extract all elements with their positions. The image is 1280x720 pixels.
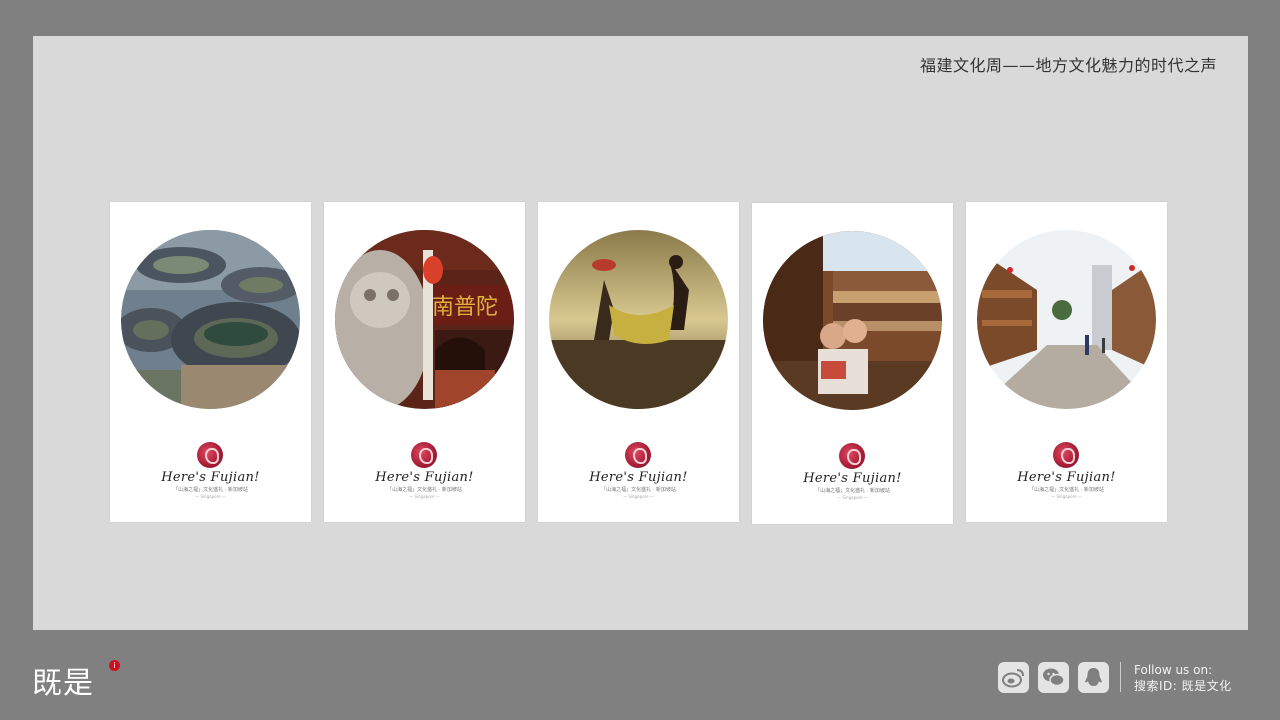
- poster-card: Here's Fujian! 「山海之福」文化盛礼 · 新加坡站 — Singa…: [752, 203, 953, 524]
- card-footer: — Singapore —: [623, 494, 654, 499]
- temple-photo: 南普陀: [335, 230, 514, 409]
- card-subtitle: 「山海之福」文化盛礼 · 新加坡站: [601, 487, 676, 493]
- card-footer: — Singapore —: [837, 495, 868, 500]
- card-title: Here's Fujian!: [803, 471, 902, 486]
- fujian-emblem-icon: [625, 442, 651, 468]
- card-title: Here's Fujian!: [375, 470, 474, 485]
- search-id: 搜索ID: 既是文化: [1134, 679, 1232, 693]
- slide-title: 福建文化周——地方文化魅力的时代之声: [919, 56, 1217, 75]
- brand-logo-badge: i: [109, 660, 120, 671]
- fishermen-photo: [549, 230, 728, 409]
- temple-sign: 南普陀: [432, 295, 498, 320]
- children-reading-photo: [763, 231, 942, 410]
- poster-card: Here's Fujian! 「山海之福」文化盛礼 · 新加坡站 — Singa…: [538, 202, 739, 522]
- card-subtitle: 「山海之福」文化盛礼 · 新加坡站: [1029, 487, 1104, 493]
- poster-card: Here's Fujian! 「山海之福」文化盛礼 · 新加坡站 — Singa…: [110, 202, 311, 522]
- card-footer: — Singapore —: [1051, 494, 1082, 499]
- card-title: Here's Fujian!: [161, 470, 260, 485]
- tulou-aerial-photo: [121, 230, 300, 409]
- fujian-emblem-icon: [839, 443, 865, 469]
- card-subtitle: 「山海之福」文化盛礼 · 新加坡站: [387, 487, 462, 493]
- poster-card: 南普陀 Here's Fujian! 「山海之福」文化盛礼 · 新加坡站 — S…: [324, 202, 525, 522]
- brand-logo: 既是: [32, 666, 94, 701]
- card-footer: — Singapore —: [409, 494, 440, 499]
- footer-divider: [1120, 662, 1121, 692]
- fujian-emblem-icon: [197, 442, 223, 468]
- fujian-emblem-icon: [411, 442, 437, 468]
- old-street-photo: [977, 230, 1156, 409]
- wechat-icon[interactable]: [1038, 662, 1069, 693]
- poster-card: Here's Fujian! 「山海之福」文化盛礼 · 新加坡站 — Singa…: [966, 202, 1167, 522]
- card-footer: — Singapore —: [195, 494, 226, 499]
- card-subtitle: 「山海之福」文化盛礼 · 新加坡站: [815, 488, 890, 494]
- weibo-icon[interactable]: [998, 662, 1029, 693]
- card-subtitle: 「山海之福」文化盛礼 · 新加坡站: [173, 487, 248, 493]
- follow-text: Follow us on: 搜索ID: 既是文化: [1134, 662, 1232, 694]
- follow-label: Follow us on:: [1134, 663, 1213, 677]
- card-title: Here's Fujian!: [589, 470, 688, 485]
- qq-icon[interactable]: [1078, 662, 1109, 693]
- card-title: Here's Fujian!: [1017, 470, 1116, 485]
- fujian-emblem-icon: [1053, 442, 1079, 468]
